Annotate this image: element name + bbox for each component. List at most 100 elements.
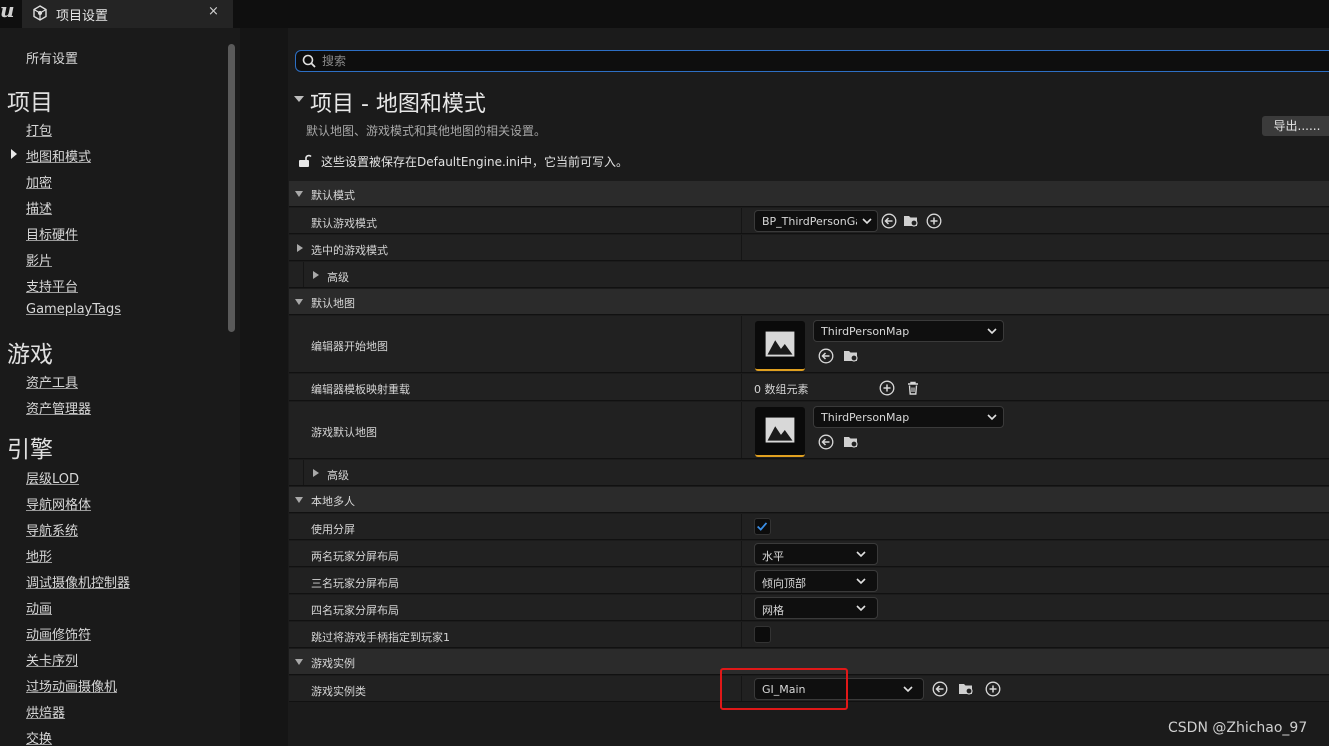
browse-folder-icon[interactable] — [843, 434, 859, 450]
chevron-down-icon — [987, 414, 997, 421]
prop-default-modes-advanced[interactable]: 高级 — [289, 262, 1329, 288]
use-selected-icon[interactable] — [932, 681, 948, 697]
sidebar-item[interactable]: 烘焙器 — [26, 702, 65, 721]
prop-label: 高级 — [327, 469, 349, 482]
export-button[interactable]: 导出...... — [1262, 116, 1329, 136]
search-icon — [302, 54, 316, 68]
prop-four-player-layout: 四名玩家分屏布局 网格 — [289, 595, 1329, 621]
sidebar-item[interactable]: 过场动画摄像机 — [26, 676, 117, 695]
prop-label: 使用分屏 — [311, 523, 355, 536]
sidebar-item[interactable]: 动画修饰符 — [26, 624, 91, 643]
chevron-right-icon — [297, 244, 303, 252]
four-player-layout-dropdown[interactable]: 网格 — [754, 597, 878, 619]
collapse-page-icon[interactable] — [294, 96, 304, 102]
trash-icon[interactable] — [905, 380, 921, 396]
tab-title: 项目设置 — [56, 9, 109, 24]
sidebar-item[interactable]: 导航网格体 — [26, 494, 91, 513]
chevron-down-icon — [856, 551, 866, 558]
sidebar-item[interactable]: 层级LOD — [26, 468, 79, 487]
prop-editor-template-overrides: 编辑器模板映射重载 0 数组元素 — [289, 374, 1329, 401]
gutter — [240, 28, 288, 746]
sidebar-item[interactable]: 地形 — [26, 546, 52, 565]
search-input[interactable] — [322, 52, 1222, 70]
sidebar-item[interactable]: GameplayTags — [26, 302, 121, 317]
close-icon[interactable]: × — [208, 4, 219, 19]
sidebar-item[interactable]: 调试摄像机控制器 — [26, 572, 130, 591]
section-default-modes[interactable]: 默认模式 — [289, 181, 1329, 207]
prop-label: 编辑器模板映射重载 — [311, 383, 410, 396]
default-map-dropdown[interactable]: ThirdPersonMap — [813, 406, 1004, 428]
use-splitscreen-checkbox[interactable] — [754, 518, 771, 535]
title-bar: u 项目设置 × — [0, 0, 1329, 28]
game-mode-dropdown[interactable]: BP_ThirdPersonGameMode — [754, 210, 878, 232]
three-player-layout-dropdown[interactable]: 倾向顶部 — [754, 570, 878, 592]
selected-item-arrow-icon — [11, 149, 17, 159]
sidebar-item[interactable]: 导航系统 — [26, 520, 78, 539]
prop-label: 四名玩家分屏布局 — [311, 604, 399, 617]
tab-project-settings[interactable]: 项目设置 × — [22, 0, 233, 28]
sidebar-item[interactable]: 打包 — [26, 120, 52, 139]
sidebar-item[interactable]: 影片 — [26, 250, 52, 269]
chevron-down-icon — [295, 497, 303, 503]
dropdown-value: 水平 — [762, 550, 784, 563]
prop-use-splitscreen: 使用分屏 — [289, 514, 1329, 540]
sidebar-item[interactable]: 关卡序列 — [26, 650, 78, 669]
prop-default-maps-advanced[interactable]: 高级 — [289, 460, 1329, 486]
prop-label: 游戏实例类 — [311, 685, 366, 698]
sidebar-scrollbar[interactable] — [228, 44, 235, 332]
chevron-down-icon — [903, 686, 913, 693]
startup-map-dropdown[interactable]: ThirdPersonMap — [813, 320, 1004, 342]
sidebar-section-heading: 游戏 — [7, 342, 53, 368]
chevron-down-icon — [295, 299, 303, 305]
map-thumbnail[interactable] — [755, 407, 805, 457]
skip-gamepad-checkbox[interactable] — [754, 626, 771, 643]
save-location-note: 这些设置被保存在DefaultEngine.ini中，它当前可写入。 — [321, 155, 629, 169]
sidebar-item[interactable]: 描述 — [26, 198, 52, 217]
annotation-highlight-box — [720, 668, 848, 710]
sidebar-item[interactable]: 资产管理器 — [26, 398, 91, 417]
chevron-right-icon — [313, 469, 319, 477]
sidebar-item[interactable]: 目标硬件 — [26, 224, 78, 243]
sidebar-item[interactable]: 地图和模式 — [26, 146, 91, 165]
search-box[interactable] — [295, 50, 1329, 72]
dropdown-value: ThirdPersonMap — [821, 411, 910, 424]
prop-skip-gamepad: 跳过将游戏手柄指定到玩家1 — [289, 622, 1329, 648]
sidebar-item[interactable]: 加密 — [26, 172, 52, 191]
map-thumbnail[interactable] — [755, 321, 805, 371]
prop-two-player-layout: 两名玩家分屏布局 水平 — [289, 541, 1329, 567]
chevron-right-icon — [313, 271, 319, 279]
prop-selected-game-mode[interactable]: 选中的游戏模式 — [289, 235, 1329, 261]
use-selected-icon[interactable] — [818, 434, 834, 450]
section-default-maps[interactable]: 默认地图 — [289, 289, 1329, 315]
add-icon[interactable] — [926, 213, 942, 229]
browse-folder-icon[interactable] — [843, 348, 859, 364]
use-selected-icon[interactable] — [881, 213, 897, 229]
use-selected-icon[interactable] — [818, 348, 834, 364]
two-player-layout-dropdown[interactable]: 水平 — [754, 543, 878, 565]
browse-folder-icon[interactable] — [958, 681, 974, 697]
dropdown-value: ThirdPersonMap — [821, 325, 910, 338]
chevron-down-icon — [295, 191, 303, 197]
prop-editor-startup-map: 编辑器开始地图 ThirdPersonMap — [289, 316, 1329, 373]
chevron-down-icon — [862, 218, 872, 225]
sidebar-section-heading: 项目 — [7, 90, 53, 116]
chevron-down-icon — [987, 328, 997, 335]
sidebar-item-all-settings[interactable]: 所有设置 — [26, 48, 78, 67]
section-label: 默认地图 — [311, 297, 355, 310]
prop-label: 游戏默认地图 — [311, 426, 377, 439]
page-title: 项目 - 地图和模式 — [310, 92, 486, 117]
sidebar-item[interactable]: 支持平台 — [26, 276, 78, 295]
prop-default-game-mode: 默认游戏模式 BP_ThirdPersonGameMode — [289, 208, 1329, 234]
sidebar-item[interactable]: 动画 — [26, 598, 52, 617]
add-icon[interactable] — [879, 380, 895, 396]
sidebar-item[interactable]: 交换 — [26, 728, 52, 746]
checkmark-icon — [757, 522, 768, 531]
browse-folder-icon[interactable] — [903, 213, 919, 229]
unreal-logo-icon: u — [0, 0, 15, 22]
prop-label: 选中的游戏模式 — [311, 244, 388, 257]
dropdown-value: 倾向顶部 — [762, 577, 806, 590]
sidebar-item[interactable]: 资产工具 — [26, 372, 78, 391]
page-description: 默认地图、游戏模式和其他地图的相关设置。 — [306, 124, 547, 138]
add-icon[interactable] — [985, 681, 1001, 697]
section-local-multiplayer[interactable]: 本地多人 — [289, 487, 1329, 513]
